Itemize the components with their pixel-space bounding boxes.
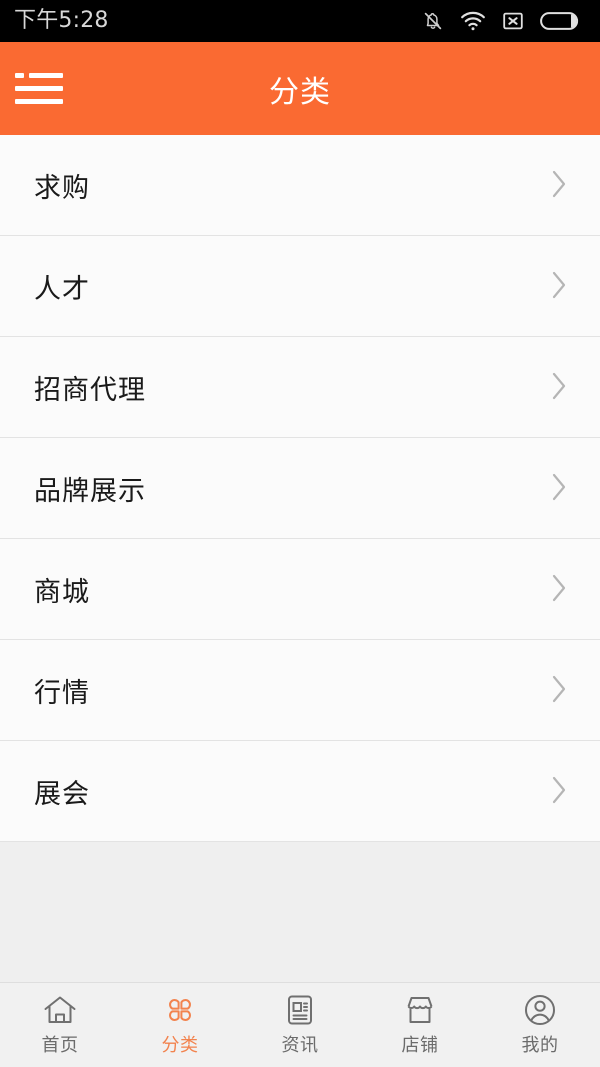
hamburger-row-top: [15, 73, 63, 78]
category-list: 求购 人才 招商代理 品牌展示 商城 行情 展会: [0, 135, 600, 842]
status-bar-time: 下午5:28: [14, 8, 109, 33]
page-title: 分类: [269, 74, 331, 110]
list-item-label: 商城: [34, 577, 90, 608]
app-header: 分类: [0, 42, 600, 135]
list-item[interactable]: 商城: [0, 539, 600, 640]
list-item-label: 招商代理: [34, 375, 146, 406]
clover-grid-icon: [163, 993, 197, 1027]
list-item-label: 行情: [34, 678, 90, 709]
battery-icon: [540, 10, 582, 32]
chevron-right-icon: [548, 773, 570, 811]
list-item[interactable]: 行情: [0, 640, 600, 741]
phone-screen: 下午5:28 分类 求购 人才 招商代理 品牌展示 商城 行情 展会 首页 分类…: [0, 0, 600, 1067]
hamburger-dot: [15, 73, 24, 78]
list-item-label: 求购: [34, 173, 90, 204]
list-item[interactable]: 求购: [0, 135, 600, 236]
empty-content-area: [0, 842, 600, 982]
user-profile-icon: [523, 993, 557, 1027]
nav-tab-label: 资讯: [281, 1035, 319, 1056]
list-item-label: 人才: [34, 274, 90, 305]
hamburger-menu-icon[interactable]: [15, 69, 63, 109]
chevron-right-icon: [548, 369, 570, 407]
status-bar-icons: [421, 9, 582, 33]
list-item[interactable]: 品牌展示: [0, 438, 600, 539]
bell-muted-icon: [421, 9, 445, 33]
chevron-right-icon: [548, 672, 570, 710]
list-item[interactable]: 人才: [0, 236, 600, 337]
list-item[interactable]: 招商代理: [0, 337, 600, 438]
status-bar: 下午5:28: [0, 0, 600, 42]
wifi-icon: [460, 10, 486, 32]
nav-tab-profile[interactable]: 我的: [480, 983, 600, 1067]
chevron-right-icon: [548, 571, 570, 609]
list-item-label: 品牌展示: [34, 476, 146, 507]
storefront-icon: [403, 993, 437, 1027]
list-item-label: 展会: [34, 779, 90, 810]
nav-tab-home[interactable]: 首页: [0, 983, 120, 1067]
no-signal-x-icon: [501, 9, 525, 33]
nav-tab-label: 分类: [161, 1035, 199, 1056]
chevron-right-icon: [548, 268, 570, 306]
list-item[interactable]: 展会: [0, 741, 600, 842]
nav-tab-news[interactable]: 资讯: [240, 983, 360, 1067]
hamburger-bar-middle: [15, 86, 63, 91]
hamburger-bar-short: [29, 73, 63, 78]
nav-tab-label: 首页: [41, 1035, 79, 1056]
bottom-navigation-bar: 首页 分类 资讯 店铺 我的: [0, 982, 600, 1067]
news-document-icon: [284, 993, 316, 1027]
nav-tab-categories[interactable]: 分类: [120, 983, 240, 1067]
nav-tab-label: 店铺: [401, 1035, 439, 1056]
chevron-right-icon: [548, 470, 570, 508]
home-icon: [42, 993, 78, 1027]
nav-tab-shop[interactable]: 店铺: [360, 983, 480, 1067]
chevron-right-icon: [548, 167, 570, 205]
nav-tab-label: 我的: [521, 1035, 559, 1056]
hamburger-bar-bottom: [15, 99, 63, 104]
